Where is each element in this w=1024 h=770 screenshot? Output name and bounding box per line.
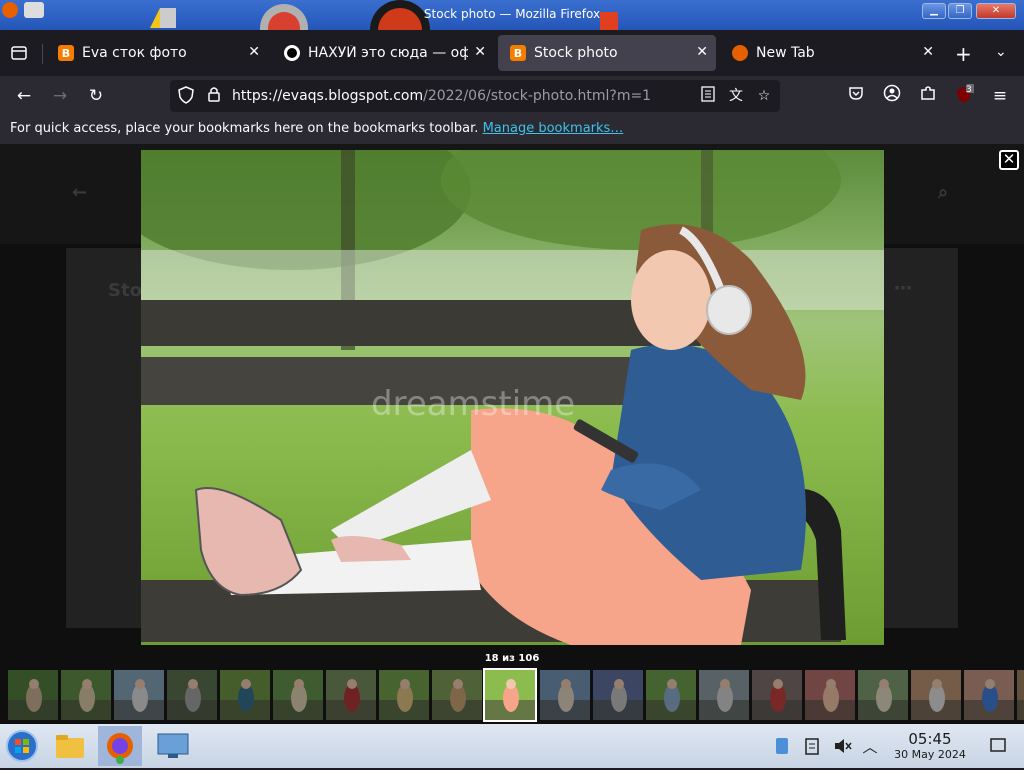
close-window-button[interactable]: ✕ xyxy=(976,3,1016,19)
thumbnail[interactable] xyxy=(61,670,111,720)
bookmarks-toolbar: For quick access, place your bookmarks h… xyxy=(0,116,1024,144)
thumbnail[interactable] xyxy=(1017,670,1024,720)
tab-eva-stock[interactable]: B Eva сток фото ✕ xyxy=(46,35,268,71)
tab-stock-photo[interactable]: B Stock photo ✕ xyxy=(498,35,716,71)
pocket-icon[interactable] xyxy=(844,84,868,108)
thumbnail[interactable] xyxy=(326,670,376,720)
thumbnail-active[interactable] xyxy=(483,668,537,722)
page-content: ← ⌕ Sto ⋯ dreamstime ✕ 18 из 106 xyxy=(0,144,1024,724)
clipboard-tray-icon[interactable] xyxy=(802,736,822,756)
thumbnail[interactable] xyxy=(805,670,855,720)
tab-separator xyxy=(42,44,43,64)
manage-bookmarks-link[interactable]: Manage bookmarks… xyxy=(483,121,624,136)
reader-view-icon[interactable] xyxy=(698,86,718,106)
url-bar[interactable]: https://evaqs.blogspot.com/2022/06/stock… xyxy=(170,80,780,112)
thumbnail[interactable] xyxy=(858,670,908,720)
tab-close-icon[interactable]: ✕ xyxy=(696,44,708,60)
tab-site[interactable]: НАХУЙ это сюда — офи ✕ xyxy=(272,35,494,71)
thumbnail[interactable] xyxy=(8,670,58,720)
minimize-button[interactable]: ▁ xyxy=(922,3,946,19)
url-text[interactable]: https://evaqs.blogspot.com/2022/06/stock… xyxy=(232,88,651,104)
file-manager-icon[interactable] xyxy=(48,726,92,766)
new-tab-plus-icon[interactable]: + xyxy=(955,42,972,66)
bookmarks-message: For quick access, place your bookmarks h… xyxy=(10,121,479,136)
lightbox-photo[interactable]: dreamstime xyxy=(141,150,884,645)
thumbnail[interactable] xyxy=(273,670,323,720)
firefox-icon xyxy=(732,45,748,61)
search-icon: ⌕ xyxy=(938,182,949,203)
show-desktop-icon[interactable] xyxy=(988,736,1008,756)
blogger-icon: B xyxy=(510,45,526,61)
thumbnail-strip xyxy=(0,668,1024,722)
thumbnail[interactable] xyxy=(593,670,643,720)
bookmark-star-icon[interactable]: ☆ xyxy=(754,86,774,106)
tab-strip: B Eva сток фото ✕ НАХУЙ это сюда — офи ✕… xyxy=(0,30,1024,76)
start-menu-button[interactable] xyxy=(0,726,44,766)
blogger-icon: B xyxy=(58,45,74,61)
firefox-view-icon[interactable] xyxy=(10,44,28,66)
tab-close-icon[interactable]: ✕ xyxy=(474,44,486,60)
clock-time: 05:45 xyxy=(908,730,952,748)
image-counter: 18 из 106 xyxy=(484,653,540,664)
window-title: Stock photo — Mozilla Firefox xyxy=(423,7,601,21)
girl-on-bench-photo: dreamstime xyxy=(141,150,884,645)
back-arrow-icon[interactable]: ← xyxy=(12,84,36,108)
clock-date: 30 May 2024 xyxy=(894,748,966,761)
reload-icon[interactable]: ↻ xyxy=(84,84,108,108)
photo-watermark: dreamstime xyxy=(371,384,575,424)
volume-muted-icon[interactable] xyxy=(832,736,852,756)
hamburger-menu-icon[interactable]: ≡ xyxy=(988,84,1012,108)
extension-badge: 3 xyxy=(966,85,972,95)
account-icon[interactable] xyxy=(880,84,904,108)
forward-arrow-icon[interactable]: → xyxy=(48,84,72,108)
tab-new-tab[interactable]: New Tab ✕ xyxy=(720,35,942,71)
thumbnail[interactable] xyxy=(540,670,590,720)
translate-icon[interactable]: 文 xyxy=(726,86,746,106)
thumbnail[interactable] xyxy=(911,670,961,720)
firefox-taskbar-icon[interactable] xyxy=(98,726,142,766)
thumbnail[interactable] xyxy=(646,670,696,720)
post-title-dimmed: Sto xyxy=(108,280,142,301)
thumbnail[interactable] xyxy=(220,670,270,720)
lightbox-close-button[interactable]: ✕ xyxy=(999,150,1019,170)
back-arrow-icon: ← xyxy=(72,182,88,203)
thumbnail[interactable] xyxy=(432,670,482,720)
thumbnail[interactable] xyxy=(114,670,164,720)
tray-expand-chevron-icon[interactable]: ︿ xyxy=(860,736,880,756)
share-icon: ⋯ xyxy=(894,278,912,299)
tab-label: НАХУЙ это сюда — офи xyxy=(308,45,468,61)
tab-close-icon[interactable]: ✕ xyxy=(922,44,934,60)
taskbar-clock[interactable]: 05:45 30 May 2024 xyxy=(884,730,976,761)
tab-close-icon[interactable]: ✕ xyxy=(248,44,260,60)
thumbnail[interactable] xyxy=(964,670,1014,720)
tab-label: New Tab xyxy=(756,45,815,61)
lock-icon[interactable] xyxy=(204,86,224,106)
thumbnail[interactable] xyxy=(379,670,429,720)
tab-label: Eva сток фото xyxy=(82,45,187,61)
network-tray-icon[interactable] xyxy=(772,736,792,756)
navigation-toolbar: ← → ↻ https://evaqs.blogspot.com/2022/06… xyxy=(0,76,1024,116)
thumbnail[interactable] xyxy=(699,670,749,720)
thumbnail[interactable] xyxy=(752,670,802,720)
extensions-puzzle-icon[interactable] xyxy=(916,84,940,108)
thumbnail[interactable] xyxy=(167,670,217,720)
ublock-extension-icon[interactable]: 3 xyxy=(952,84,976,108)
list-all-tabs-chevron-icon[interactable]: ⌄ xyxy=(995,44,1007,60)
maximize-button[interactable]: ❐ xyxy=(948,3,972,19)
window-titlebar: Stock photo — Mozilla Firefox ▁ ❐ ✕ xyxy=(0,0,1024,30)
tab-label: Stock photo xyxy=(534,45,618,61)
remote-desktop-icon[interactable] xyxy=(152,726,196,766)
site-icon xyxy=(284,45,300,61)
shield-icon[interactable] xyxy=(176,86,196,106)
os-taskbar: ︿ 05:45 30 May 2024 xyxy=(0,724,1024,768)
